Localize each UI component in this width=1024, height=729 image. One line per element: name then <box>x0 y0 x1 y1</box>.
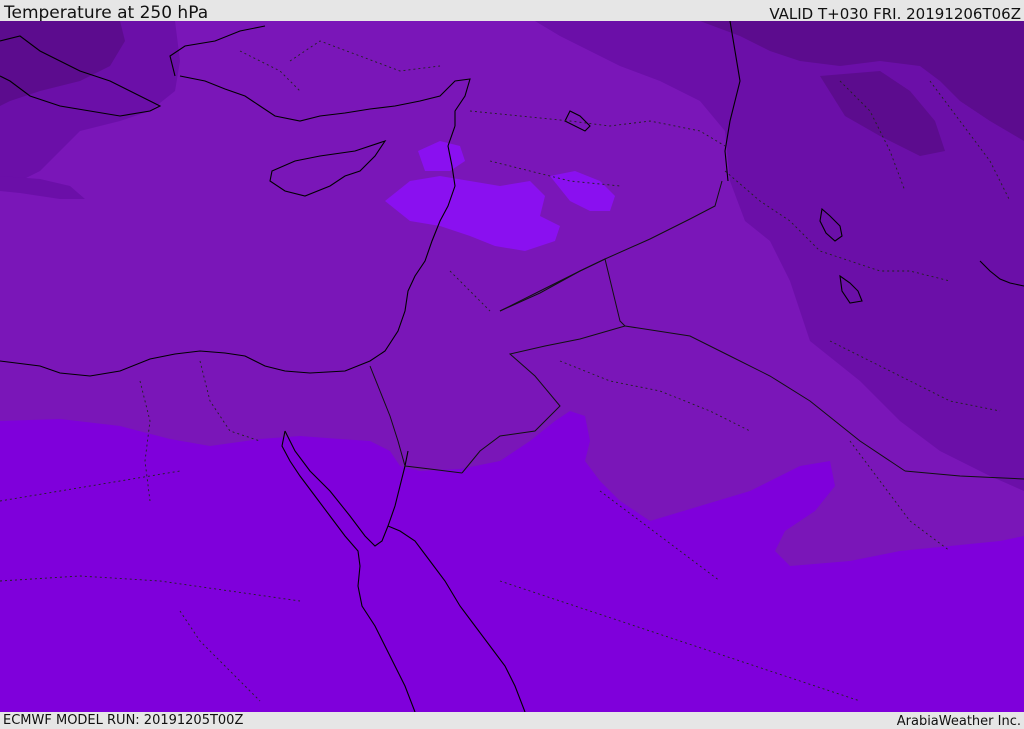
map-svg <box>0 21 1024 712</box>
header-bar: Temperature at 250 hPa VALID T+030 FRI. … <box>0 0 1024 23</box>
credit-label: ArabiaWeather Inc. <box>896 714 1021 729</box>
footer-bar: ECMWF MODEL RUN: 20191205T00Z ArabiaWeat… <box>0 712 1024 729</box>
model-run-label: ECMWF MODEL RUN: 20191205T00Z <box>3 713 244 728</box>
map-figure: Temperature at 250 hPa VALID T+030 FRI. … <box>0 0 1024 729</box>
map-canvas <box>0 21 1024 712</box>
